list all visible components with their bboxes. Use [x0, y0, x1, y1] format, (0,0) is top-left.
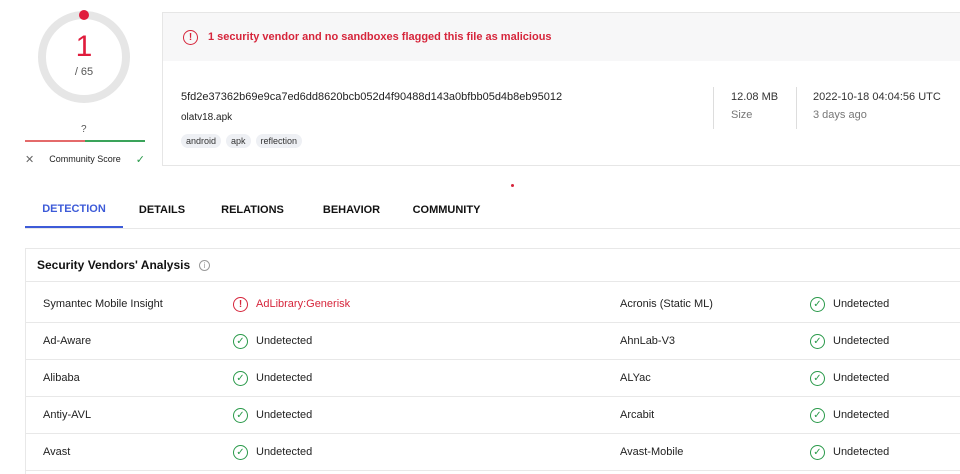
- section-header: Security Vendors' Analysis i: [26, 249, 960, 282]
- check-circle-icon: ✓: [810, 297, 825, 312]
- tab-community[interactable]: COMMUNITY: [399, 192, 494, 228]
- check-circle-icon: ✓: [810, 408, 825, 423]
- engine-total: / 65: [74, 66, 94, 78]
- analysis-date-relative: 3 days ago: [813, 109, 867, 121]
- check-circle-icon: ✓: [233, 334, 248, 349]
- file-summary-card: ! 1 security vendor and no sandboxes fla…: [162, 12, 960, 166]
- vendor-name: Avast-Mobile: [620, 446, 684, 458]
- tab-relations[interactable]: RELATIONS: [201, 192, 304, 228]
- close-icon[interactable]: ✕: [25, 153, 34, 166]
- detection-count: 1: [75, 30, 93, 63]
- alert-circle-icon: !: [233, 297, 248, 312]
- undetected-result: Undetected: [256, 446, 313, 458]
- undetected-result: Undetected: [256, 409, 313, 421]
- alert-text: 1 security vendor and no sandboxes flagg…: [208, 31, 552, 43]
- file-hash[interactable]: 5fd2e37362b69e9ca7ed6dd8620bcb052d4f9048…: [181, 91, 562, 103]
- undetected-result: Undetected: [833, 446, 890, 458]
- undetected-result: Undetected: [256, 335, 313, 347]
- vendor-name: Alibaba: [43, 372, 80, 384]
- check-circle-icon: ✓: [233, 445, 248, 460]
- vendor-name: Arcabit: [620, 409, 655, 421]
- tab-details[interactable]: DETAILS: [123, 192, 201, 228]
- security-vendors-panel: Security Vendors' Analysis i Symantec Mo…: [25, 248, 960, 474]
- tag-apk[interactable]: apk: [226, 134, 251, 148]
- file-size-value: 12.08 MB: [731, 91, 779, 103]
- check-circle-icon: ✓: [810, 371, 825, 386]
- community-score-value: ?: [81, 124, 87, 135]
- undetected-result: Undetected: [256, 372, 313, 384]
- tab-detection[interactable]: DETECTION: [25, 192, 123, 228]
- vendor-table: Symantec Mobile Insight! AdLibrary:Generi…: [26, 286, 960, 471]
- table-row: Avast ✓ Undetected Avast-Mobile ✓ Undetected: [26, 434, 960, 471]
- vendor-name: Acronis (Static ML): [620, 298, 713, 310]
- vendor-name: ALYac: [620, 372, 651, 384]
- undetected-result: Undetected: [833, 372, 890, 384]
- community-score-bar: [25, 140, 145, 142]
- table-row: Symantec Mobile Insight! AdLibrary:Generi…: [26, 286, 960, 323]
- detection-score-gauge: 1 / 65: [37, 10, 131, 104]
- tab-behavior[interactable]: BEHAVIOR: [304, 192, 399, 228]
- community-score-row: ✕ Community Score ✓: [25, 151, 145, 167]
- check-circle-icon: ✓: [233, 371, 248, 386]
- divider: [796, 87, 797, 129]
- vendor-name: Avast: [43, 446, 71, 458]
- report-tabs: DETECTION DETAILS RELATIONS BEHAVIOR COM…: [25, 192, 494, 228]
- alert-circle-icon: !: [183, 29, 198, 45]
- loading-dot: [511, 184, 514, 187]
- file-name: olatv18.apk: [181, 112, 233, 123]
- check-circle-icon: ✓: [810, 445, 825, 460]
- file-tags: android apk reflection: [181, 134, 303, 148]
- vendor-name: Ad-Aware: [43, 335, 92, 347]
- check-circle-icon: ✓: [810, 334, 825, 349]
- tag-android[interactable]: android: [181, 134, 222, 148]
- community-score-label: Community Score: [49, 154, 121, 164]
- check-icon[interactable]: ✓: [136, 153, 145, 166]
- vendor-name: Symantec Mobile Insight: [43, 298, 163, 310]
- table-row: Ad-Aware ✓ Undetected AhnLab-V3 ✓ Undetected: [26, 323, 960, 360]
- vendor-name: Antiy-AVL: [43, 409, 92, 421]
- undetected-result: Undetected: [833, 409, 890, 421]
- malicious-alert-banner: ! 1 security vendor and no sandboxes fla…: [163, 13, 960, 61]
- tag-reflection[interactable]: reflection: [255, 134, 303, 148]
- table-row: Alibaba ✓ Undetected ALYac ✓ Undetected: [26, 360, 960, 397]
- tabs-underline: [25, 228, 960, 229]
- analysis-date-value: 2022-10-18 04:04:56 UTC: [813, 91, 941, 103]
- detection-result[interactable]: AdLibrary:Generisk: [256, 286, 350, 323]
- section-title: Security Vendors' Analysis: [37, 258, 191, 272]
- undetected-result: Undetected: [833, 335, 890, 347]
- file-size-label: Size: [731, 109, 753, 121]
- info-icon[interactable]: i: [199, 259, 211, 271]
- vendor-name: AhnLab-V3: [620, 335, 676, 347]
- check-circle-icon: ✓: [233, 408, 248, 423]
- table-row: Antiy-AVL ✓ Undetected Arcabit ✓ Undetected: [26, 397, 960, 434]
- divider: [713, 87, 714, 129]
- undetected-result: Undetected: [833, 298, 890, 310]
